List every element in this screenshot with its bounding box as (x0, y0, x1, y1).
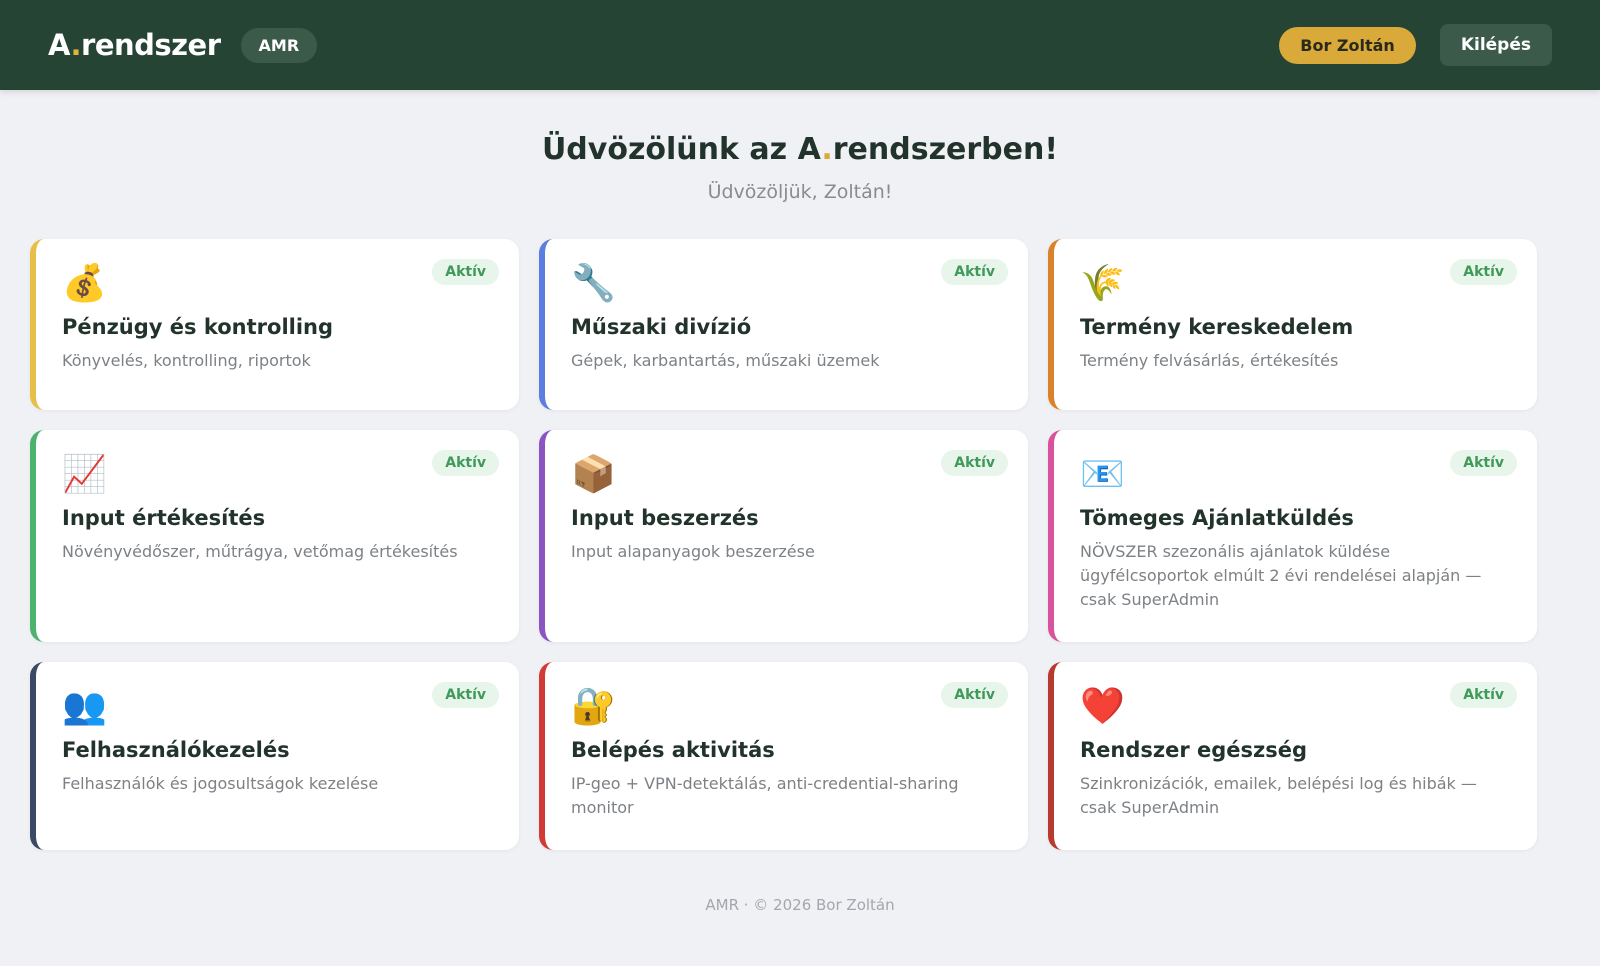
module-card-0[interactable]: Aktív 💰 Pénzügy és kontrolling Könyvelés… (30, 239, 519, 410)
module-card-3[interactable]: Aktív 📈 Input értékesítés Növényvédőszer… (30, 430, 519, 642)
status-badge: Aktív (1450, 450, 1517, 476)
status-badge: Aktív (1450, 682, 1517, 708)
chart-up-icon: 📈 (62, 454, 107, 495)
app-logo[interactable]: A.rendszer (48, 28, 221, 62)
page-title-rest: rendszerben! (832, 132, 1059, 167)
module-card-grid: Aktív 💰 Pénzügy és kontrolling Könyvelés… (0, 239, 1600, 850)
module-description: Könyvelés, kontrolling, riportok (62, 351, 311, 370)
page-title-letter: A (797, 132, 822, 167)
lock-key-icon: 🔐 (571, 686, 616, 727)
welcome-section: Üdvözölünk az A.rendszerben! Üdvözöljük,… (0, 132, 1600, 203)
status-badge: Aktív (941, 259, 1008, 285)
module-card-2[interactable]: Aktív 🌾 Termény kereskedelem Termény fel… (1048, 239, 1537, 410)
module-description: IP-geo + VPN-detektálás, anti-credential… (571, 774, 959, 817)
user-name-pill[interactable]: Bor Zoltán (1279, 26, 1416, 64)
top-navigation-bar: A.rendszer AMR Bor Zoltán Kilépés (0, 0, 1600, 90)
app-code-badge: AMR (240, 27, 318, 63)
page-footer: AMR · © 2026 Bor Zoltán (705, 896, 895, 914)
package-icon: 📦 (571, 454, 616, 495)
module-description: Növényvédőszer, műtrágya, vetőmag értéke… (62, 542, 458, 561)
module-title: Input értékesítés (62, 506, 266, 530)
logo-text: rendszer (81, 28, 221, 62)
page-title-dot: . (821, 132, 833, 167)
module-title: Termény kereskedelem (1080, 315, 1354, 339)
email-icon: 📧 (1080, 454, 1125, 495)
module-title: Tömeges Ajánlatküldés (1080, 506, 1354, 530)
module-description: Gépek, karbantartás, műszaki üzemek (571, 351, 880, 370)
module-title: Belépés aktivitás (571, 738, 775, 762)
module-description: Szinkronizációk, emailek, belépési log é… (1080, 774, 1477, 817)
heart-icon: ❤️ (1080, 686, 1125, 727)
users-icon: 👥 (62, 686, 107, 727)
module-card-8[interactable]: Aktív ❤️ Rendszer egészség Szinkronizáci… (1048, 662, 1537, 850)
status-badge: Aktív (941, 682, 1008, 708)
money-bag-icon: 💰 (62, 263, 107, 304)
logo-dot: . (70, 28, 82, 62)
module-card-5[interactable]: Aktív 📧 Tömeges Ajánlatküldés NÖVSZER sz… (1048, 430, 1537, 642)
module-title: Felhasználókezelés (62, 738, 290, 762)
module-card-4[interactable]: Aktív 📦 Input beszerzés Input alapanyago… (539, 430, 1028, 642)
module-title: Input beszerzés (571, 506, 759, 530)
module-title: Pénzügy és kontrolling (62, 315, 334, 339)
status-badge: Aktív (941, 450, 1008, 476)
module-description: Felhasználók és jogosultságok kezelése (62, 774, 379, 793)
wheat-icon: 🌾 (1080, 263, 1125, 304)
page-title: Üdvözölünk az A.rendszerben! (0, 132, 1600, 167)
module-description: NÖVSZER szezonális ajánlatok küldése ügy… (1080, 542, 1482, 609)
welcome-subtitle: Üdvözöljük, Zoltán! (707, 181, 893, 203)
status-badge: Aktív (1450, 259, 1517, 285)
status-badge: Aktív (432, 450, 499, 476)
wrench-icon: 🔧 (571, 263, 616, 304)
module-card-6[interactable]: Aktív 👥 Felhasználókezelés Felhasználók … (30, 662, 519, 850)
page-title-prefix: Üdvözölünk az (541, 132, 798, 167)
module-card-7[interactable]: Aktív 🔐 Belépés aktivitás IP-geo + VPN-d… (539, 662, 1028, 850)
logo-letter: A (48, 28, 71, 62)
module-title: Műszaki divízió (571, 315, 752, 339)
logout-button[interactable]: Kilépés (1439, 24, 1552, 66)
status-badge: Aktív (432, 682, 499, 708)
module-card-1[interactable]: Aktív 🔧 Műszaki divízió Gépek, karbantar… (539, 239, 1028, 410)
module-title: Rendszer egészség (1080, 738, 1308, 762)
module-description: Termény felvásárlás, értékesítés (1080, 351, 1339, 370)
module-description: Input alapanyagok beszerzése (571, 542, 815, 561)
status-badge: Aktív (432, 259, 499, 285)
